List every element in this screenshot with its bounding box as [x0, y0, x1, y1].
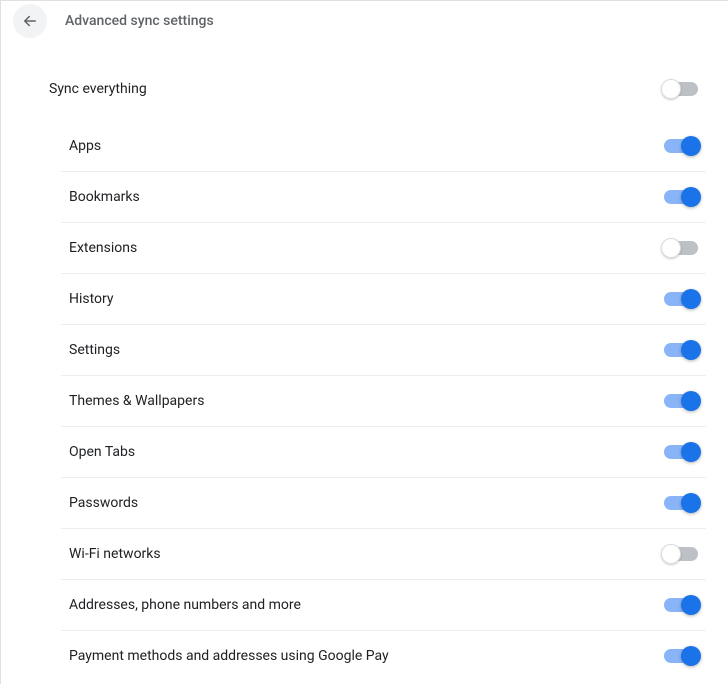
sync-item-wifi: Wi-Fi networks: [61, 529, 706, 580]
back-button[interactable]: [13, 4, 47, 38]
toggle-knob: [661, 79, 681, 99]
toggle-knob: [681, 340, 701, 360]
toggle-knob: [681, 442, 701, 462]
sync-everything-toggle[interactable]: [664, 82, 698, 96]
sync-item-toggle-passwords[interactable]: [664, 496, 698, 510]
sync-item-themes: Themes & Wallpapers: [61, 376, 706, 427]
sync-item-toggle-apps[interactable]: [664, 139, 698, 153]
sync-item-label: Open Tabs: [69, 444, 135, 460]
sync-item-label: Payment methods and addresses using Goog…: [69, 648, 389, 664]
toggle-knob: [661, 238, 681, 258]
sync-item-label: History: [69, 291, 114, 307]
toggle-knob: [681, 595, 701, 615]
sync-item-toggle-payment[interactable]: [664, 649, 698, 663]
sync-item-open-tabs: Open Tabs: [61, 427, 706, 478]
toggle-knob: [681, 646, 701, 666]
sync-everything-row: Sync everything: [41, 67, 706, 121]
sync-item-toggle-history[interactable]: [664, 292, 698, 306]
toggle-knob: [681, 289, 701, 309]
sync-item-label: Themes & Wallpapers: [69, 393, 204, 409]
sync-item-payment: Payment methods and addresses using Goog…: [61, 631, 706, 681]
settings-panel: Advanced sync settings Sync everything A…: [0, 0, 728, 684]
sync-item-addresses: Addresses, phone numbers and more: [61, 580, 706, 631]
sync-item-history: History: [61, 274, 706, 325]
sync-item-apps: Apps: [61, 121, 706, 172]
sync-item-toggle-addresses[interactable]: [664, 598, 698, 612]
sync-item-toggle-themes[interactable]: [664, 394, 698, 408]
toggle-knob: [661, 544, 681, 564]
arrow-left-icon: [21, 12, 39, 30]
sync-item-bookmarks: Bookmarks: [61, 172, 706, 223]
toggle-knob: [681, 391, 701, 411]
sync-item-passwords: Passwords: [61, 478, 706, 529]
page-title: Advanced sync settings: [65, 13, 214, 29]
sync-item-toggle-bookmarks[interactable]: [664, 190, 698, 204]
toggle-knob: [681, 493, 701, 513]
toggle-knob: [681, 136, 701, 156]
sync-item-toggle-open-tabs[interactable]: [664, 445, 698, 459]
sync-item-toggle-settings[interactable]: [664, 343, 698, 357]
sync-item-label: Addresses, phone numbers and more: [69, 597, 301, 613]
header: Advanced sync settings: [1, 3, 728, 39]
sync-item-toggle-extensions[interactable]: [664, 241, 698, 255]
sync-item-extensions: Extensions: [61, 223, 706, 274]
content: Sync everything Apps Bookmarks Extensions H…: [1, 39, 728, 681]
sync-item-label: Bookmarks: [69, 189, 140, 205]
toggle-knob: [681, 187, 701, 207]
sync-item-label: Extensions: [69, 240, 137, 256]
sync-everything-label: Sync everything: [49, 81, 147, 97]
sync-item-toggle-wifi[interactable]: [664, 547, 698, 561]
sync-item-label: Apps: [69, 138, 101, 154]
sync-item-label: Passwords: [69, 495, 138, 511]
sync-items-list: Apps Bookmarks Extensions History Settings Th…: [41, 121, 706, 681]
sync-item-label: Settings: [69, 342, 120, 358]
sync-item-settings: Settings: [61, 325, 706, 376]
sync-item-label: Wi-Fi networks: [69, 546, 161, 562]
